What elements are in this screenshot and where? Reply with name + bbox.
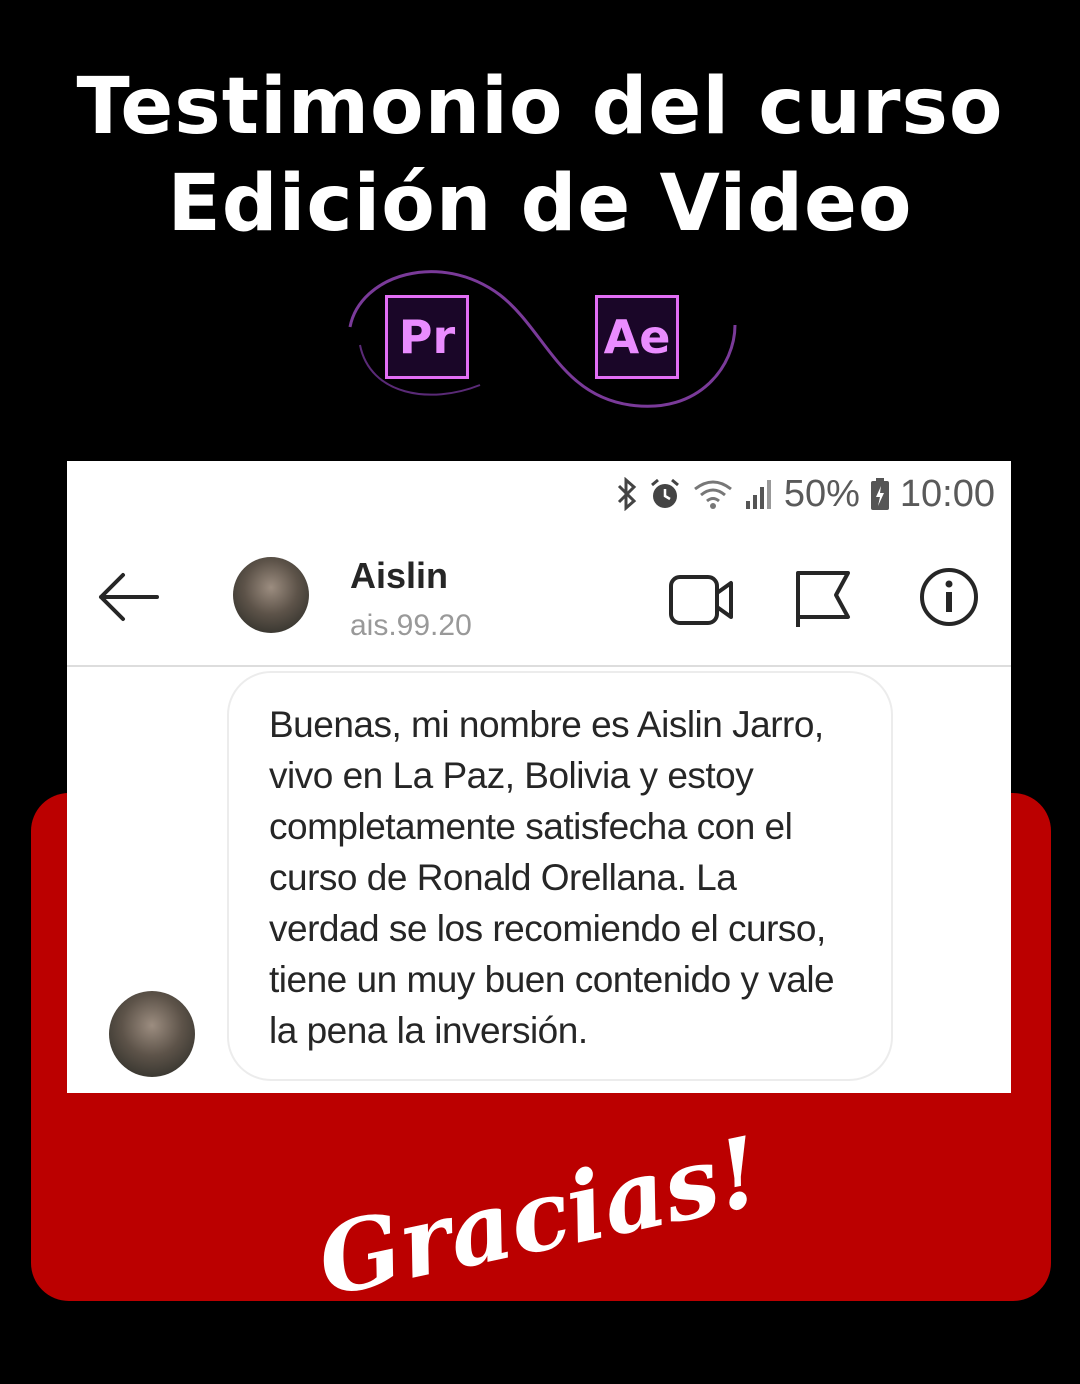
message-bubble: Buenas, mi nombre es Aislin Jarro, vivo … xyxy=(227,671,893,1081)
clock-time: 10:00 xyxy=(899,472,995,515)
info-icon[interactable] xyxy=(917,565,981,634)
premiere-pro-logo: Pr xyxy=(385,295,469,379)
chat-handle: ais.99.20 xyxy=(350,609,472,642)
after-effects-logo: Ae xyxy=(595,295,679,379)
heading-line-1: Testimonio del curso xyxy=(76,62,1004,152)
chat-username[interactable]: Aislin xyxy=(350,555,448,597)
chat-header: Aislin ais.99.20 xyxy=(67,537,1011,667)
video-call-icon[interactable] xyxy=(667,567,737,638)
back-arrow-icon[interactable] xyxy=(93,567,163,632)
chat-screenshot: 50% 10:00 Aislin ais.99.20 Buenas, mi no… xyxy=(67,461,1011,1093)
flag-icon[interactable] xyxy=(792,565,854,636)
avatar[interactable] xyxy=(233,557,309,633)
wifi-icon xyxy=(692,477,734,511)
message-text: Buenas, mi nombre es Aislin Jarro, vivo … xyxy=(269,704,835,1051)
battery-percent: 50% xyxy=(783,472,860,515)
alarm-icon xyxy=(648,477,682,511)
status-bar: 50% 10:00 xyxy=(616,461,995,527)
signal-icon xyxy=(744,477,774,511)
sender-avatar xyxy=(109,991,195,1077)
software-logos: Pr Ae xyxy=(330,255,750,415)
heading-line-2: Edición de Video xyxy=(167,159,913,249)
battery-icon xyxy=(870,477,890,511)
bluetooth-icon xyxy=(616,477,638,511)
